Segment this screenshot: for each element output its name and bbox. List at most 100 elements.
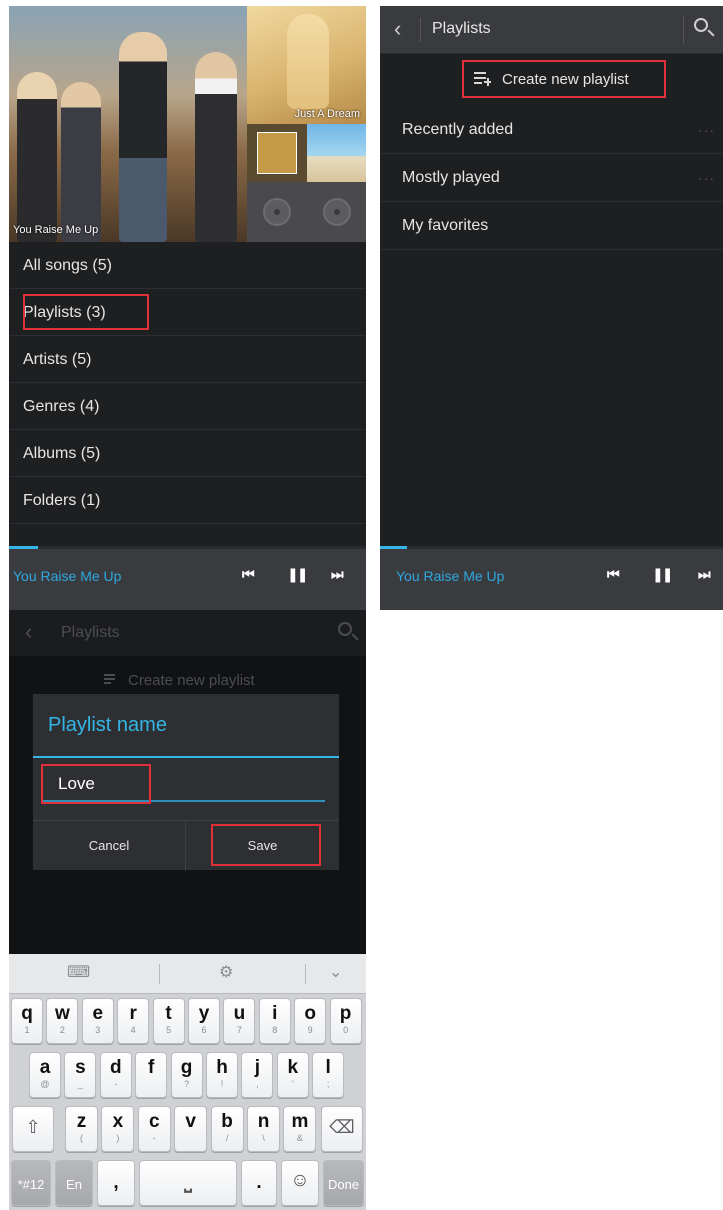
chevron-left-icon[interactable]: ‹ [394,16,401,42]
key-r[interactable]: r4 [117,998,150,1044]
more-icon[interactable]: ··· [698,106,715,154]
key-o[interactable]: o9 [294,998,327,1044]
key-x[interactable]: x) [101,1106,135,1152]
create-playlist-label: Create new playlist [502,71,629,88]
album-art-thumb[interactable] [247,124,307,182]
key-p[interactable]: p0 [329,998,362,1044]
library-item-artists[interactable]: Artists (5) [9,336,366,383]
playlist-label: Mostly played [402,169,500,186]
create-playlist-label: Create new playlist [128,672,255,689]
key-e[interactable]: e3 [81,998,114,1044]
new-playlist-screen: ‹ Playlists Create new playlist Playlist… [9,610,366,1210]
key-u[interactable]: u7 [223,998,256,1044]
library-item-folders[interactable]: Folders (1) [9,477,366,524]
library-screen: You Raise Me Up Just A Dream All songs (… [9,6,366,610]
key-c[interactable]: c- [137,1106,171,1152]
key-h[interactable]: h! [206,1052,238,1098]
playlist-add-icon [104,674,118,686]
library-item-genres[interactable]: Genres (4) [9,383,366,430]
language-key[interactable]: En [55,1160,93,1206]
key-l[interactable]: l; [312,1052,345,1098]
key-b[interactable]: b / [210,1106,244,1152]
key-n[interactable]: n \ [247,1106,280,1152]
cancel-button[interactable]: Cancel [33,821,185,871]
shift-icon: ⇧ [25,1117,41,1137]
settings-icon[interactable]: ⚙ [219,962,233,982]
next-icon[interactable]: ⏭ [331,566,344,583]
album-art-just-a-dream[interactable]: Just A Dream [247,6,366,124]
create-playlist-dimmed: Create new playlist [104,672,255,689]
key-y[interactable]: y6 [188,998,220,1044]
space-key[interactable]: ⎵ [139,1160,237,1206]
pause-icon[interactable]: ❚❚ [287,566,309,583]
action-bar-dimmed: ‹ Playlists [9,610,366,656]
soft-keyboard: ⌨ ⚙ ⌄ q1w2e3r4t5y6u7i8o9p0 a @ s _ d - f g? h! j,… [9,954,366,1210]
comma-key[interactable]: , [97,1160,135,1206]
playlist-item-my-favorites[interactable]: My favorites [380,202,723,250]
playback-progress-fill [9,546,38,549]
key-a[interactable]: a @ [29,1052,61,1098]
album-placeholder[interactable] [247,182,307,242]
create-playlist-row[interactable]: Create new playlist [380,54,723,106]
key-z[interactable]: z( [65,1106,98,1152]
page-title: Playlists [432,20,491,37]
now-playing-bar[interactable]: You Raise Me Up ⏮ ❚❚ ⏭ [9,546,366,610]
key-j[interactable]: j, [241,1052,274,1098]
keyboard-toolbar: ⌨ ⚙ ⌄ [9,954,366,994]
next-icon[interactable]: ⏭ [698,566,711,583]
keyboard-row: ⇧ ⌫ z(x) c - v b / n \ m & [9,1102,366,1156]
playback-progress[interactable] [380,546,723,549]
search-icon [694,18,708,32]
key-v[interactable]: v [174,1106,208,1152]
key-i[interactable]: i8 [258,998,291,1044]
album-caption: Just A Dream [294,108,360,120]
chevron-left-icon: ‹ [25,619,33,644]
album-art-you-raise-me-up[interactable]: You Raise Me Up [9,6,247,242]
key-m[interactable]: m & [283,1106,317,1152]
done-key[interactable]: Done [323,1160,364,1206]
key-g[interactable]: g? [170,1052,203,1098]
keyboard-row: q1w2e3r4t5y6u7i8o9p0 [9,994,366,1048]
symbols-key[interactable]: *#12 [11,1160,51,1206]
playlists-screen: ‹ Playlists Create new playlist Recently… [380,6,723,610]
album-placeholder[interactable] [307,182,366,242]
keyboard-icon[interactable]: ⌨ [67,962,90,982]
emoji-key[interactable]: ☺ [281,1160,319,1206]
playlist-item-recently-added[interactable]: Recently added ··· [380,106,723,154]
album-art-thumb[interactable] [307,124,366,182]
now-playing-title[interactable]: You Raise Me Up [396,568,504,584]
backspace-key[interactable]: ⌫ [321,1106,363,1152]
page-title: Playlists [61,624,120,641]
key-t[interactable]: t5 [152,998,185,1044]
key-w[interactable]: w2 [46,998,79,1044]
keyboard-row: a @ s _ d - f g? h! j, k ' l; [9,1048,366,1102]
highlight-box [41,764,151,804]
library-item-albums[interactable]: Albums (5) [9,430,366,477]
more-icon[interactable]: ··· [698,154,715,202]
backspace-icon: ⌫ [329,1117,355,1137]
key-f[interactable]: f [135,1052,168,1098]
library-menu: All songs (5) Playlists (3) Artists (5) … [9,242,366,524]
now-playing-title[interactable]: You Raise Me Up [13,568,121,584]
chevron-down-icon[interactable]: ⌄ [329,962,342,982]
previous-icon[interactable]: ⏮ [242,566,255,583]
key-q[interactable]: q1 [11,998,43,1044]
divider [420,18,421,42]
shift-key[interactable]: ⇧ [12,1106,54,1152]
pause-icon[interactable]: ❚❚ [652,566,674,583]
playlist-item-mostly-played[interactable]: Mostly played ··· [380,154,723,202]
period-key[interactable]: . [241,1160,277,1206]
now-playing-bar[interactable]: You Raise Me Up ⏮ ❚❚ ⏭ [380,546,723,610]
previous-icon[interactable]: ⏮ [607,566,620,583]
key-s[interactable]: s _ [64,1052,97,1098]
dialog-title: Playlist name [48,714,167,736]
search-button[interactable] [683,16,723,44]
library-item-all-songs[interactable]: All songs (5) [9,242,366,289]
highlight-box [211,824,321,866]
highlight-box [23,294,149,330]
key-k[interactable]: k ' [276,1052,309,1098]
key-d[interactable]: d- [99,1052,132,1098]
playback-progress[interactable] [9,546,366,549]
create-playlist-button[interactable]: Create new playlist [462,60,666,98]
playback-progress-fill [380,546,408,549]
